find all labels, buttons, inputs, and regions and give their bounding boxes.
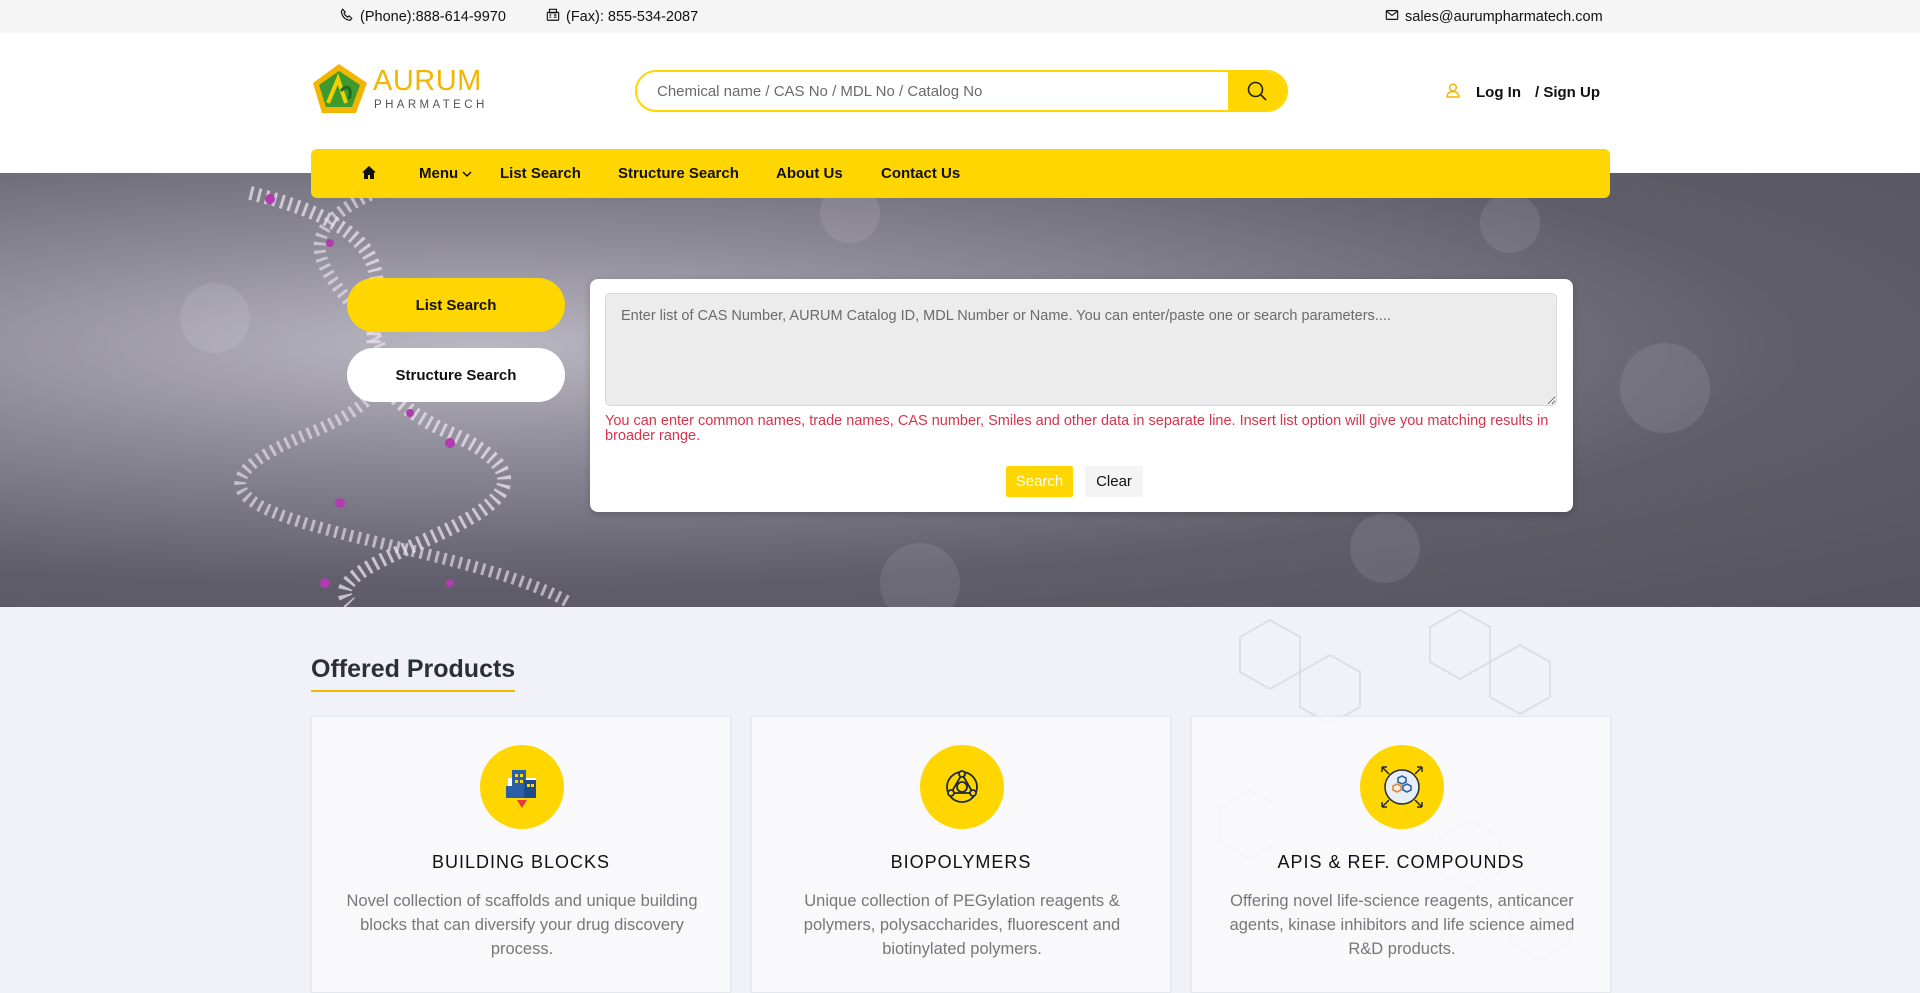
nav-structure-search[interactable]: Structure Search	[618, 165, 739, 182]
phone-contact[interactable]: (Phone):888-614-9970	[340, 8, 506, 26]
nav-list-search[interactable]: List Search	[500, 165, 581, 182]
email-text: sales@aurumpharmatech.com	[1405, 9, 1603, 25]
card-title: BUILDING BLOCKS	[431, 852, 611, 872]
card-title: APIS & REF. COMPOUNDS	[1277, 852, 1525, 872]
header-search	[635, 70, 1288, 112]
card-description: Unique collection of PEGylation reagents…	[803, 892, 1121, 958]
envelope-icon	[1385, 8, 1399, 26]
search-input[interactable]	[637, 72, 1228, 110]
chevron-down-icon	[462, 165, 472, 182]
fax-contact: (Fax): 855-534-2087	[546, 8, 698, 26]
section-title: Offered Products	[311, 655, 516, 692]
logo-brand-text: AURUM	[373, 65, 482, 97]
signup-link[interactable]: / Sign Up	[1535, 84, 1600, 101]
search-icon	[1247, 81, 1267, 101]
fax-text: (Fax): 855-534-2087	[566, 9, 699, 25]
fax-icon	[546, 8, 560, 26]
logo-sub-text: PHARMATECH	[374, 99, 488, 111]
bokeh-decoration	[1480, 193, 1540, 253]
phone-text: (Phone):888-614-9970	[360, 9, 506, 25]
list-search-card: You can enter common names, trade names,…	[590, 279, 1573, 512]
bokeh-decoration	[1620, 343, 1710, 433]
list-search-textarea[interactable]	[605, 293, 1557, 406]
bokeh-decoration	[880, 543, 960, 607]
phone-icon	[340, 8, 354, 26]
structure-search-tab[interactable]: Structure Search	[347, 348, 565, 402]
aurum-logo[interactable]: AURUM PHARMATECH	[311, 61, 484, 117]
search-button[interactable]	[1228, 72, 1286, 110]
login-link[interactable]: Log In	[1476, 84, 1521, 101]
list-search-tab[interactable]: List Search	[347, 278, 565, 332]
building-blocks-icon	[480, 745, 564, 829]
home-icon[interactable]	[361, 165, 377, 180]
user-icon	[1446, 83, 1460, 102]
main-nav: Menu List Search Structure Search About …	[311, 149, 1610, 198]
nav-menu-label: Menu	[419, 165, 459, 182]
auth-links: Log In / Sign Up	[1446, 83, 1600, 102]
clear-button[interactable]: Clear	[1085, 466, 1143, 497]
card-title: BIOPOLYMERS	[890, 852, 1032, 872]
search-hint-text: You can enter common names, trade names,…	[605, 413, 1549, 444]
biopolymer-icon	[920, 745, 1004, 829]
nav-contact-us[interactable]: Contact Us	[881, 165, 960, 182]
product-card-building-blocks[interactable]: BUILDING BLOCKS Novel collection of scaf…	[311, 716, 731, 993]
bokeh-decoration	[1350, 513, 1420, 583]
product-card-apis[interactable]: APIS & REF. COMPOUNDS Offering novel lif…	[1191, 716, 1611, 993]
product-card-biopolymers[interactable]: BIOPOLYMERS Unique collection of PEGylat…	[751, 716, 1171, 993]
search-button[interactable]: Search	[1006, 466, 1073, 497]
nav-menu[interactable]: Menu	[419, 165, 472, 182]
nav-about-us[interactable]: About Us	[776, 165, 843, 182]
email-contact[interactable]: sales@aurumpharmatech.com	[1385, 8, 1603, 26]
logo-mark-icon	[313, 64, 367, 113]
compound-icon	[1360, 745, 1444, 829]
top-contact-bar: (Phone):888-614-9970 (Fax): 855-534-2087…	[0, 0, 1920, 33]
card-description: Novel collection of scaffolds and unique…	[346, 892, 698, 958]
offered-products-section: Offered Products BUILDING BLOCKS Novel c…	[0, 607, 1920, 993]
card-description: Offering novel life-science reagents, an…	[1229, 892, 1575, 958]
